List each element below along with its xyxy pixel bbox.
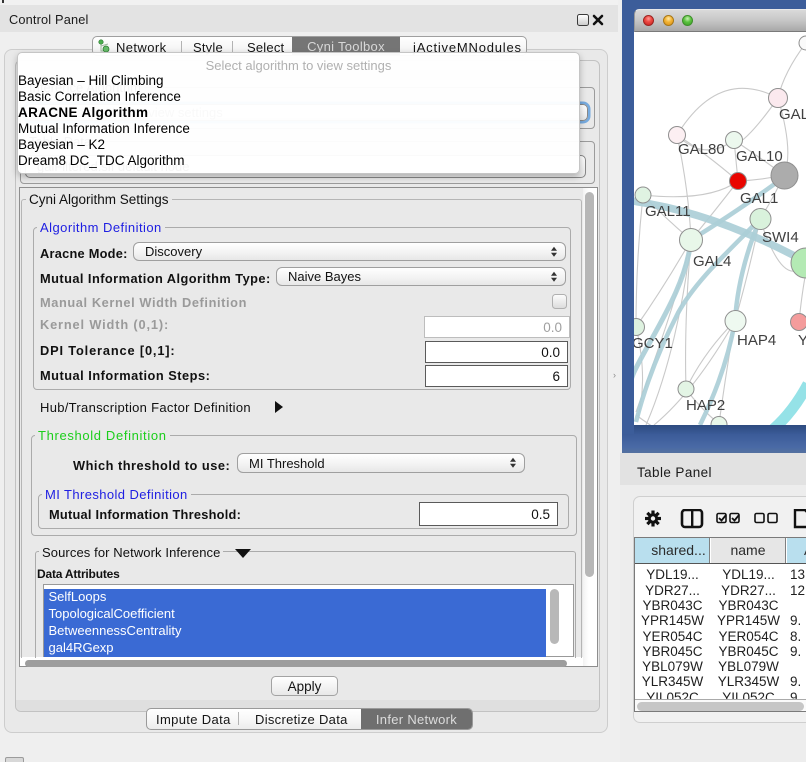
svg-text:SWI4: SWI4 [762, 229, 799, 246]
svg-text:GAL4: GAL4 [693, 253, 731, 270]
svg-text:HAP4: HAP4 [737, 332, 776, 349]
svg-text:GAL10: GAL10 [736, 148, 783, 165]
svg-text:GAL11: GAL11 [645, 203, 691, 220]
svg-text:GAL80: GAL80 [678, 141, 725, 158]
svg-text:GAL1: GAL1 [740, 190, 778, 207]
svg-text:GAL2: GAL2 [779, 106, 806, 123]
svg-text:GCY1: GCY1 [634, 335, 673, 352]
svg-text:HAP2: HAP2 [686, 397, 725, 414]
svg-text:Y: Y [798, 332, 806, 349]
